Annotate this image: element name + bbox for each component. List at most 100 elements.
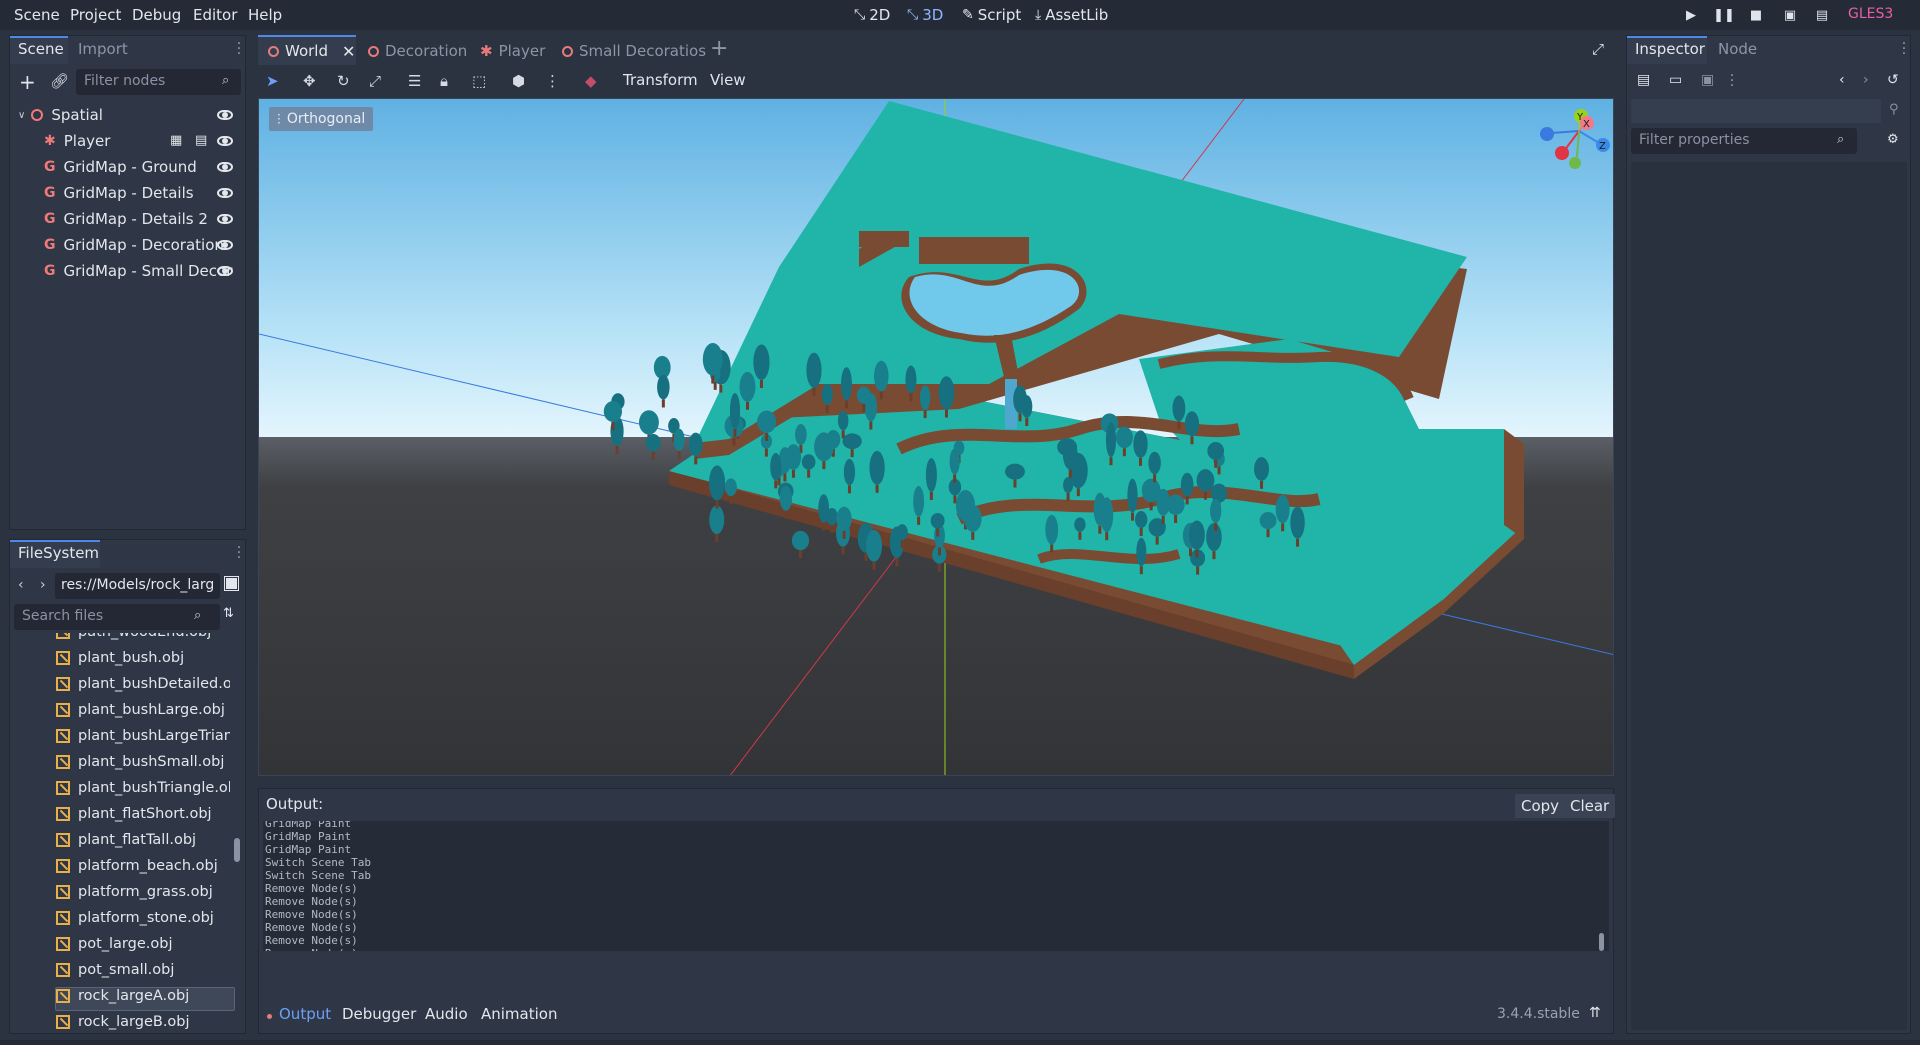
dock-menu-icon[interactable]: · · ·: [234, 541, 244, 565]
file-item[interactable]: plant_bushSmall.obj: [10, 749, 230, 775]
split-view-icon[interactable]: [223, 575, 240, 592]
forward-arrow-icon[interactable]: ›: [40, 577, 46, 593]
tab-decoration[interactable]: Decoration: [368, 38, 467, 64]
menu-scene[interactable]: Scene: [14, 6, 60, 24]
dock-menu-icon[interactable]: · · ·: [1899, 37, 1909, 61]
file-item[interactable]: plant_bushTriangle.ob: [10, 775, 230, 801]
view-menu[interactable]: View: [710, 71, 746, 89]
file-item[interactable]: plant_flatTall.obj: [10, 827, 230, 853]
history-back-icon[interactable]: ‹: [1839, 72, 1845, 88]
local-space-icon[interactable]: ⬢: [512, 72, 525, 90]
gizmo-neg-z[interactable]: [1540, 127, 1554, 141]
file-item[interactable]: plant_bushLargeTrian: [10, 723, 230, 749]
expand-panel-icon[interactable]: ⇈: [1589, 1005, 1601, 1021]
play-custom-scene-icon[interactable]: ▤: [1814, 7, 1830, 23]
close-icon[interactable]: ✕: [342, 42, 355, 61]
sort-icon[interactable]: ⇅: [223, 606, 234, 621]
menu-debug[interactable]: Debug: [132, 6, 181, 24]
tab-import[interactable]: Import: [78, 40, 128, 58]
tab-animation[interactable]: Animation: [481, 1005, 557, 1023]
visibility-eye-icon[interactable]: [217, 110, 233, 120]
menu-help[interactable]: Help: [248, 6, 282, 24]
tree-node-gridmap-ground[interactable]: G GridMap - Ground: [10, 154, 245, 180]
property-settings-icon[interactable]: ⚙: [1887, 132, 1899, 147]
script-attached-icon[interactable]: ▤: [195, 133, 207, 148]
visibility-eye-icon[interactable]: [217, 162, 233, 172]
chevron-down-icon[interactable]: ∨: [18, 110, 25, 121]
object-history-icon[interactable]: ↺: [1887, 72, 1899, 88]
stop-icon[interactable]: ■: [1748, 7, 1764, 23]
menu-project[interactable]: Project: [70, 6, 121, 24]
snap-icon[interactable]: ⋮: [545, 72, 560, 90]
tab-debugger[interactable]: Debugger: [342, 1005, 416, 1023]
object-path-field[interactable]: [1631, 99, 1881, 123]
visibility-eye-icon[interactable]: [217, 266, 233, 276]
renderer-label[interactable]: GLES3: [1848, 6, 1893, 22]
file-item[interactable]: platform_beach.obj: [10, 853, 230, 879]
visibility-eye-icon[interactable]: [217, 136, 233, 146]
gizmo-x[interactable]: [1555, 146, 1569, 160]
lock-icon[interactable]: 🔒︎: [440, 72, 448, 90]
tree-node-player[interactable]: ✱ Player ▦ ▤: [10, 128, 245, 154]
filter-properties-input[interactable]: Filter properties: [1631, 128, 1857, 154]
file-item[interactable]: platform_stone.obj: [10, 905, 230, 931]
open-folder-icon[interactable]: ▭: [1669, 72, 1682, 88]
search-files-input[interactable]: Search files: [14, 604, 220, 630]
path-field[interactable]: res://Models/rock_larg: [55, 573, 220, 599]
list-select-icon[interactable]: ☰: [408, 72, 421, 90]
file-item[interactable]: rock_largeB.obj: [10, 1009, 230, 1033]
tab-player[interactable]: ✱ Player: [480, 38, 545, 64]
move-tool-icon[interactable]: ✥: [303, 72, 316, 90]
pause-icon[interactable]: ❚❚: [1713, 7, 1735, 23]
projection-menu[interactable]: · · · Orthogonal: [269, 107, 374, 131]
group-icon[interactable]: ⬚: [472, 72, 486, 90]
rotate-tool-icon[interactable]: ↻: [337, 72, 350, 90]
link-icon[interactable]: 🔗︎: [50, 72, 69, 90]
tree-node-gridmap-decoration[interactable]: G GridMap - Decoration: [10, 232, 245, 258]
tab-output[interactable]: Output: [279, 1005, 331, 1023]
clapperboard-icon[interactable]: ▦: [170, 133, 182, 148]
tab-inspector[interactable]: Inspector: [1635, 40, 1705, 58]
gizmo-neg-y[interactable]: [1569, 157, 1581, 169]
history-forward-icon[interactable]: ›: [1863, 72, 1869, 88]
tab-audio[interactable]: Audio: [425, 1005, 468, 1023]
file-item[interactable]: plant_bush.obj: [10, 645, 230, 671]
tree-node-gridmap-small-decor[interactable]: G GridMap - Small Decor: [10, 258, 245, 284]
clear-button[interactable]: Clear: [1564, 794, 1616, 818]
tab-filesystem[interactable]: FileSystem: [18, 544, 99, 562]
mode-2d-button[interactable]: ⤡ 2D: [854, 6, 890, 24]
output-scrollbar[interactable]: [1599, 933, 1604, 951]
visibility-eye-icon[interactable]: [217, 240, 233, 250]
play-icon[interactable]: ▶: [1683, 7, 1699, 23]
back-arrow-icon[interactable]: ‹: [18, 577, 24, 593]
select-tool-icon[interactable]: ➤: [266, 72, 279, 90]
visibility-eye-icon[interactable]: [217, 188, 233, 198]
resource-menu-icon[interactable]: · · ·: [1727, 69, 1737, 93]
file-item[interactable]: platform_grass.obj: [10, 879, 230, 905]
mode-3d-button[interactable]: ⤡ 3D: [907, 6, 943, 24]
output-log[interactable]: GridMap Paint GridMap Paint GridMap Paint S…: [263, 821, 1609, 951]
file-list-scrollbar[interactable]: [234, 838, 240, 862]
tab-small-decoratios[interactable]: Small Decoratios: [562, 38, 706, 64]
file-item[interactable]: pot_small.obj: [10, 957, 230, 983]
new-resource-icon[interactable]: ▤: [1637, 72, 1650, 88]
filter-nodes-input[interactable]: Filter nodes: [76, 69, 241, 95]
distraction-free-icon[interactable]: ⤢: [1592, 40, 1604, 58]
tree-node-gridmap-details-2[interactable]: G GridMap - Details 2: [10, 206, 245, 232]
tab-scene[interactable]: Scene: [18, 40, 64, 58]
add-tab-icon[interactable]: +: [710, 36, 728, 61]
file-item[interactable]: plant_flatShort.obj: [10, 801, 230, 827]
file-item[interactable]: pot_large.obj: [10, 931, 230, 957]
transform-menu[interactable]: Transform: [623, 71, 698, 89]
file-item[interactable]: path_woodEnd.obj: [10, 633, 230, 645]
property-tool-icon[interactable]: ⚲: [1889, 102, 1899, 117]
camera-preview-icon[interactable]: ◆: [585, 72, 597, 90]
copy-button[interactable]: Copy: [1515, 794, 1566, 818]
dock-menu-icon[interactable]: · · ·: [234, 37, 244, 61]
play-scene-icon[interactable]: ▣: [1782, 7, 1798, 23]
menu-editor[interactable]: Editor: [193, 6, 237, 24]
file-item[interactable]: rock_largeA.obj: [10, 983, 230, 1009]
3d-viewport[interactable]: Y X Z · · · Orthogonal: [258, 98, 1614, 776]
tree-node-gridmap-details[interactable]: G GridMap - Details: [10, 180, 245, 206]
tab-world[interactable]: World ✕: [268, 38, 355, 64]
